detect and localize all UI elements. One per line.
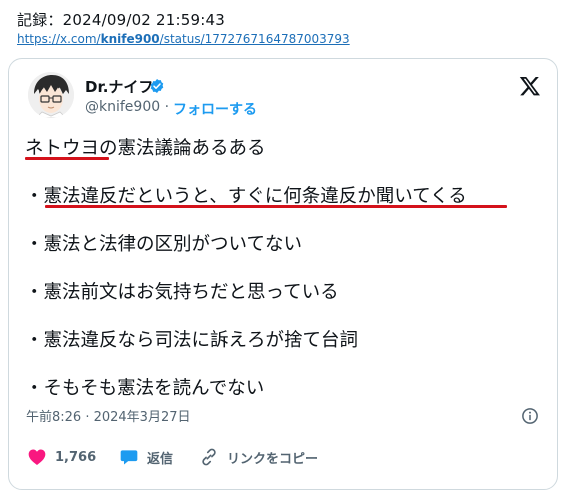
user-handle: @knife900 ·	[85, 99, 170, 115]
link-icon	[202, 448, 216, 466]
tweet-line: ・憲法違反なら司法に訴えろが捨て台詞	[25, 330, 359, 351]
like-button[interactable]: 1,766	[27, 447, 96, 467]
red-underline	[25, 157, 109, 160]
action-bar: 1,766 返信 リンクをコピー	[9, 437, 557, 477]
reply-button[interactable]: 返信	[119, 447, 173, 467]
display-name[interactable]: Dr.ナイフ	[85, 76, 153, 97]
red-underline	[45, 205, 507, 208]
like-count: 1,766	[55, 449, 97, 465]
reply-bubble-icon	[120, 450, 138, 465]
tweet-line: ・憲法と法律の区別がついてない	[25, 234, 302, 255]
copy-link-button[interactable]: リンクをコピー	[199, 447, 318, 467]
follow-button[interactable]: フォローする	[173, 99, 257, 119]
tweet-line: ・憲法前文はお気持ちだと思っている	[25, 282, 339, 303]
copy-link-label: リンクをコピー	[227, 451, 319, 467]
record-timestamp: 記録：2024/09/02 21:59:43	[17, 11, 225, 29]
tweet-card: Dr.ナイフ @knife900 · フォローする ネトウヨの憲法議論あるある …	[8, 58, 558, 490]
tweet-line: ・そもそも憲法を読んでない	[25, 378, 265, 399]
heart-icon	[28, 449, 46, 465]
avatar[interactable]	[28, 72, 74, 118]
reply-label: 返信	[147, 451, 174, 467]
verified-badge-icon	[150, 79, 164, 93]
info-icon[interactable]	[521, 407, 539, 425]
x-logo-icon[interactable]	[519, 75, 541, 97]
source-url-link[interactable]: https://x.com/knife900/status/1772767164…	[17, 32, 350, 46]
tweet-timestamp[interactable]: 午前8:26 · 2024年3月27日	[26, 406, 191, 425]
